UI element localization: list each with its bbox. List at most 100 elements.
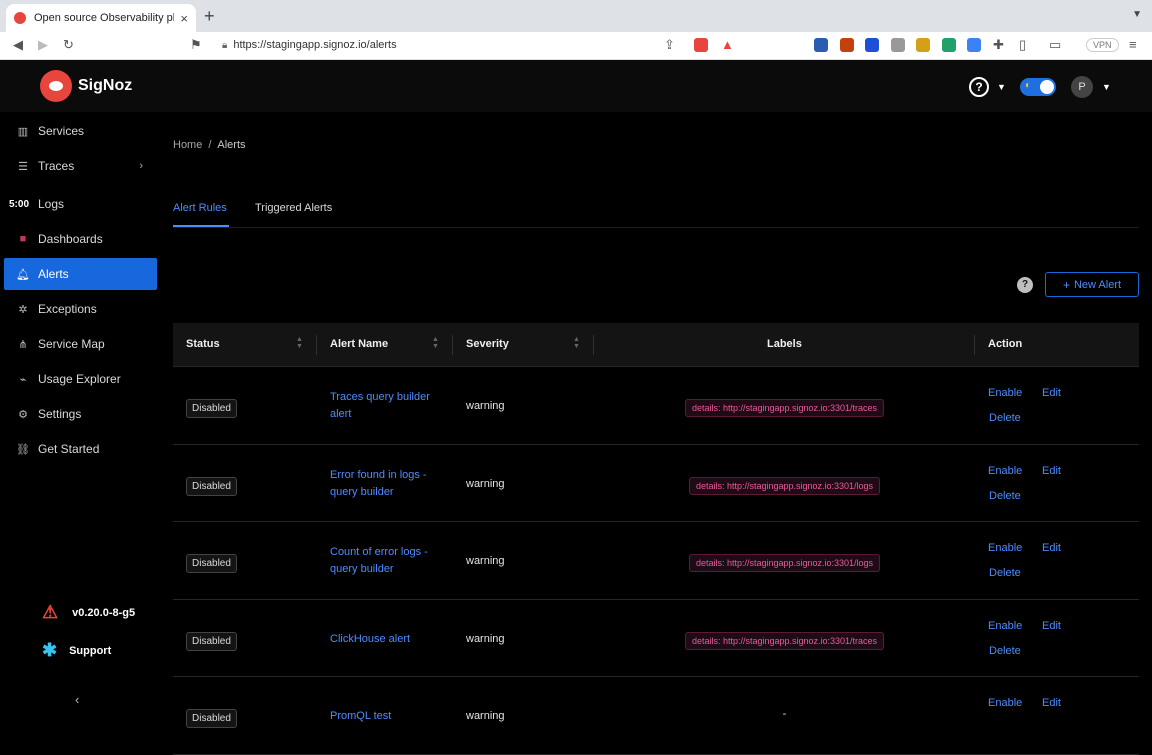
avatar[interactable]: P (1071, 76, 1093, 98)
sort-icon[interactable]: ▲ ▼ (432, 336, 439, 350)
sidebar-item-label: Alerts (38, 267, 69, 281)
column-header-labels: Labels (767, 338, 802, 350)
enable-button[interactable]: Enable (988, 465, 1022, 477)
table-row: Disabled Count of error logs - query bui… (173, 522, 1139, 600)
column-header-action: Action (988, 338, 1023, 350)
signoz-logo[interactable]: SigNoz (40, 70, 132, 102)
reload-icon[interactable]: ↻ (63, 37, 74, 53)
sort-icon[interactable]: ▲ ▼ (573, 336, 580, 350)
delete-button[interactable]: Delete (989, 645, 1021, 657)
edit-button[interactable]: Edit (1042, 697, 1061, 709)
alert-name-link[interactable]: Error found in logs - query builder (330, 467, 450, 501)
plus-icon: + (1062, 277, 1070, 292)
version-item[interactable]: ⚠ v0.20.0-8-g5 (42, 602, 135, 623)
enable-button[interactable]: Enable (988, 387, 1022, 399)
collapse-sidebar-icon[interactable]: ‹ (75, 692, 79, 707)
avatar-chevron-down-icon[interactable]: ▼ (1102, 82, 1111, 92)
extension-icon[interactable] (865, 38, 879, 52)
edit-button[interactable]: Edit (1042, 620, 1061, 632)
sidebar-item-dashboards[interactable]: ■ Dashboards (4, 223, 157, 255)
labels-cell: details: http://stagingapp.signoz.io:330… (591, 553, 978, 572)
support-item[interactable]: ✱ Support (42, 640, 111, 661)
alert-name-link[interactable]: Traces query builder alert (330, 389, 450, 423)
share-icon[interactable]: ⇪ (664, 37, 675, 53)
sidebar-item-traces[interactable]: ☰ Traces › (4, 150, 157, 182)
sidebar-item-label: Service Map (38, 337, 105, 351)
theme-toggle[interactable]: ◐ (1020, 78, 1056, 96)
extension-icon[interactable] (814, 38, 828, 52)
sidebar-item-services[interactable]: ▥ Services (4, 115, 157, 147)
sidebar-item-label: Usage Explorer (38, 372, 121, 386)
sidebar-item-logs[interactable]: 5:00 Logs (4, 188, 157, 220)
column-header-status[interactable]: Status (186, 338, 220, 350)
tab-alert-rules[interactable]: Alert Rules (173, 202, 227, 214)
column-header-severity[interactable]: Severity (466, 338, 509, 350)
extension-icon[interactable] (840, 38, 854, 52)
bookmark-icon[interactable]: ⚑ (190, 37, 202, 53)
browser-menu-icon[interactable]: ≡ (1129, 37, 1137, 52)
table-row: Disabled Error found in logs - query bui… (173, 445, 1139, 522)
delete-button[interactable]: Delete (989, 490, 1021, 502)
back-arrow-icon[interactable]: ◀ (13, 37, 23, 53)
labels-cell: details: http://stagingapp.signoz.io:330… (591, 631, 978, 650)
sidebar-item-exceptions[interactable]: ✲ Exceptions (4, 293, 157, 325)
line-chart-icon: ⌁ (19, 373, 27, 386)
lock-icon: 🔒︎ (222, 40, 228, 51)
sidebar-toggle-icon[interactable]: ▯ (1019, 37, 1026, 53)
label-tag: details: http://stagingapp.signoz.io:330… (688, 476, 881, 495)
delete-button[interactable]: Delete (989, 412, 1021, 424)
breadcrumb-home[interactable]: Home (173, 139, 202, 151)
wallet-icon[interactable]: ▭ (1049, 37, 1061, 53)
puzzle-icon[interactable]: ✚ (993, 37, 1004, 53)
enable-button[interactable]: Enable (988, 697, 1022, 709)
address-bar[interactable]: 🔒︎ https://stagingapp.signoz.io/alerts (222, 39, 397, 51)
forward-arrow-icon[interactable]: ▶ (38, 37, 48, 53)
alert-name-link[interactable]: Count of error logs - query builder (330, 544, 450, 578)
status-badge: Disabled (186, 554, 237, 573)
sidebar-item-label: Dashboards (38, 232, 103, 246)
tab-triggered-alerts[interactable]: Triggered Alerts (255, 202, 332, 214)
sidebar-item-alerts[interactable]: 🔔︎ Alerts (4, 258, 157, 290)
browser-tab[interactable]: Open source Observability platf × (6, 4, 196, 32)
alert-name-link[interactable]: PromQL test (330, 708, 450, 725)
sidebar-item-settings[interactable]: ⚙ Settings (4, 398, 157, 430)
column-divider (593, 335, 594, 355)
new-tab-button[interactable]: + (204, 6, 215, 27)
column-header-alert-name[interactable]: Alert Name (330, 338, 388, 350)
sidebar-item-label: Traces (38, 159, 75, 173)
enable-button[interactable]: Enable (988, 542, 1022, 554)
edit-button[interactable]: Edit (1042, 387, 1061, 399)
brave-rewards-icon[interactable]: ▲ (721, 37, 734, 52)
help-chevron-down-icon[interactable]: ▼ (997, 82, 1006, 92)
tab-search-chevron-icon[interactable]: ▼ (1132, 9, 1142, 20)
alert-name-link[interactable]: ClickHouse alert (330, 631, 450, 648)
browser-tab-bar: Open source Observability platf × + ▼ (0, 0, 1152, 32)
new-alert-button[interactable]: + New Alert (1045, 272, 1139, 297)
extension-icon[interactable] (916, 38, 930, 52)
brave-shield-icon[interactable] (694, 38, 708, 52)
sidebar-item-get-started[interactable]: ⛓ Get Started (4, 433, 157, 465)
chevron-right-icon: › (139, 160, 143, 172)
toggle-knob (1040, 80, 1054, 94)
label-tag: details: http://stagingapp.signoz.io:330… (684, 399, 885, 417)
sidebar-item-label: Services (38, 124, 85, 138)
alerts-table: Status ▲ ▼ Alert Name ▲ ▼ Severity ▲ ▼ Labe… (173, 323, 1139, 755)
question-circle-icon[interactable]: ? (1017, 277, 1033, 293)
translate-icon[interactable] (967, 38, 981, 52)
sidebar-item-service-map[interactable]: ⋔ Service Map (4, 328, 157, 360)
label-tag: details: http://stagingapp.signoz.io:330… (684, 631, 885, 650)
extension-icon[interactable] (942, 38, 956, 52)
close-tab-icon[interactable]: × (180, 11, 188, 26)
help-icon[interactable]: ? (969, 77, 989, 97)
sidebar-item-usage-explorer[interactable]: ⌁ Usage Explorer (4, 363, 157, 395)
status-badge: Disabled (186, 476, 237, 496)
sort-icon[interactable]: ▲ ▼ (296, 336, 303, 350)
extension-icon[interactable] (891, 38, 905, 52)
bell-icon: 🔔︎ (16, 268, 30, 281)
signoz-eye-icon (40, 70, 72, 102)
enable-button[interactable]: Enable (988, 620, 1022, 632)
delete-button[interactable]: Delete (989, 567, 1021, 579)
vpn-button[interactable]: VPN (1086, 38, 1119, 52)
edit-button[interactable]: Edit (1042, 542, 1061, 554)
edit-button[interactable]: Edit (1042, 465, 1061, 477)
